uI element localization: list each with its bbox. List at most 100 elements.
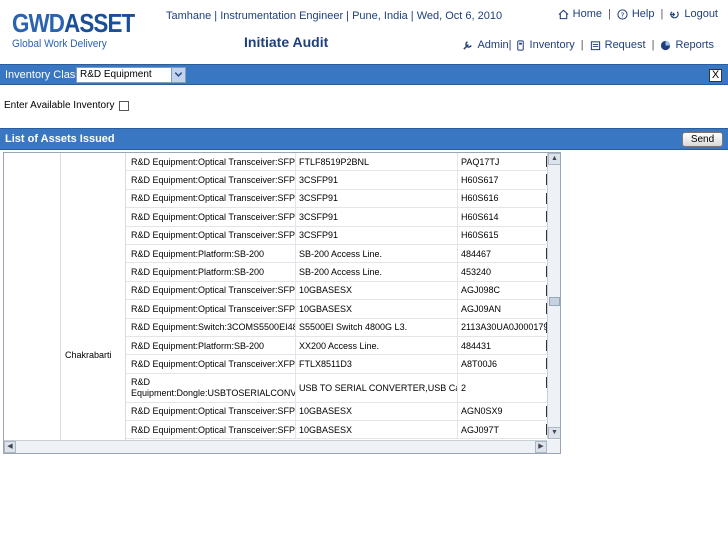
serial-cell: 484467 — [461, 248, 492, 259]
home-icon — [558, 9, 569, 19]
serial-cell: H60S617 — [461, 175, 499, 186]
scroll-left-button[interactable]: ◀ — [4, 441, 16, 453]
table-row[interactable]: R&D Equipment:Optical Transceiver:SFP+ 10… — [126, 281, 547, 301]
separator: | — [660, 8, 664, 20]
serial-cell: AGJ098C — [461, 285, 501, 296]
page-title: Initiate Audit — [244, 34, 329, 50]
model-cell: 3CSFP91 — [296, 189, 458, 208]
asset-class-cell: R&D Equipment:Optical Transceiver:SFP — [126, 189, 296, 208]
app-header: GWDASSET Global Work Delivery Tamhane | … — [0, 0, 728, 60]
model-cell: FTLX8511D3 — [296, 355, 458, 373]
logout-link[interactable]: Logout — [669, 8, 718, 20]
table-row[interactable]: R&D Equipment:Optical Transceiver:SFP FTL… — [126, 153, 547, 172]
home-link[interactable]: Home — [558, 8, 602, 20]
asset-class-cell: R&D Equipment:Optical Transceiver:SFP+ — [126, 300, 296, 318]
model-cell: 3CSFP91 — [296, 208, 458, 226]
table-row[interactable]: R&D Equipment:Dongle:USBTOSERIALCONVERTE… — [126, 373, 547, 403]
asset-class-cell: R&D Equipment:Optical Transceiver:SFP — [126, 208, 296, 226]
model-cell: 10GBASESX — [296, 300, 458, 318]
admin-icon — [463, 40, 473, 50]
asset-class-cell: R&D Equipment:Switch:3COMS5500EI4800G — [126, 318, 296, 336]
reports-icon — [661, 40, 671, 50]
model-cell: USB TO SERIAL CONVERTER,USB Cable. — [296, 373, 458, 402]
inventory-class-select[interactable]: R&D Equipment — [76, 67, 186, 83]
table-row[interactable]: R&D Equipment:Switch:3COMS5500EI4800GS55… — [126, 318, 547, 337]
scroll-right-button[interactable]: ▶ — [535, 441, 547, 453]
grid-column-person — [61, 153, 126, 441]
table-row[interactable]: R&D Equipment:Optical Transceiver:SFP 3CS… — [126, 171, 547, 190]
nav-request[interactable]: Request — [590, 39, 646, 51]
close-button[interactable]: X — [709, 69, 722, 82]
table-row[interactable]: R&D Equipment:Optical Transceiver:SFP+ 10… — [126, 300, 547, 319]
asset-class-cell: R&D Equipment:Optical Transceiver:SFP+ — [126, 281, 296, 300]
asset-class-cell: R&D Equipment:Dongle:USBTOSERIALCONVERTE… — [126, 373, 296, 402]
model-cell: 10GBASESX — [296, 402, 458, 421]
nav-inventory[interactable]: Inventory — [515, 39, 575, 51]
available-inventory-label: Enter Available Inventory — [4, 100, 115, 111]
asset-class-cell: R&D Equipment:Optical Transceiver:XFP — [126, 355, 296, 373]
available-inventory-checkbox[interactable] — [119, 100, 130, 111]
model-cell: 3CSFP91 — [296, 226, 458, 244]
serial-cell: AGJ097T — [461, 424, 500, 435]
nav-admin[interactable]: Admin| — [462, 39, 512, 51]
grid-column-blank — [4, 153, 61, 441]
serial-cell: 2 — [461, 382, 467, 393]
table-row[interactable]: R&D Equipment:Platform:SB-200 SB-200 Acce… — [126, 244, 547, 264]
table-row[interactable]: R&D Equipment:Optical Transceiver:SFP 3CS… — [126, 208, 547, 227]
assignee-name: Chakrabarti — [65, 350, 112, 360]
serial-cell: H60S614 — [461, 211, 499, 222]
logo[interactable]: GWDASSET Global Work Delivery — [12, 10, 154, 50]
separator: | — [608, 8, 611, 20]
asset-class-cell: R&D Equipment:Optical Transceiver:SFP — [126, 153, 296, 171]
table-row[interactable]: R&D Equipment:Platform:SB-200 XX200 Acces… — [126, 336, 547, 356]
assets-grid: Chakrabarti R&D Equipment:Optical Transc… — [3, 152, 561, 454]
asset-class-cell: R&D Equipment:Platform:SB-200 — [126, 336, 296, 355]
chevron-down-icon — [171, 68, 185, 82]
asset-class-cell: R&D Equipment:Optical Transceiver:SFP — [126, 171, 296, 189]
asset-class-cell: R&D Equipment:Optical Transceiver:SFP+ — [126, 402, 296, 421]
table-row[interactable]: R&D Equipment:Optical Transceiver:SFP 3CS… — [126, 226, 547, 245]
table-row[interactable]: R&D Equipment:Optical Transceiver:SFP 3CS… — [126, 189, 547, 209]
vertical-scrollbar[interactable]: ▲ ▼ — [547, 153, 560, 439]
scroll-up-button[interactable]: ▲ — [548, 153, 560, 165]
logout-icon — [670, 10, 680, 18]
serial-cell: 2113A30UA0J000179 — [461, 322, 546, 333]
table-row[interactable]: R&D Equipment:Optical Transceiver:SFP+ 10… — [126, 421, 547, 440]
serial-cell: 484431 — [461, 340, 492, 351]
serial-cell: 453240 — [461, 267, 492, 278]
table-row[interactable]: R&D Equipment:Optical Transceiver:SFP+ 10… — [126, 402, 547, 422]
send-button[interactable]: Send — [682, 132, 723, 147]
table-row[interactable]: R&D Equipment:Optical Transceiver:XFP FTL… — [126, 355, 547, 374]
serial-cell: H60S615 — [461, 230, 499, 241]
asset-class-cell: R&D Equipment:Platform:SB-200 — [126, 263, 296, 281]
model-cell: FTLF8519P2BNL — [296, 153, 458, 171]
inventory-class-label: Inventory Class — [5, 69, 81, 81]
scroll-thumb[interactable] — [549, 297, 560, 306]
asset-class-cell: R&D Equipment:Optical Transceiver:SFP — [126, 226, 296, 244]
model-cell: 10GBASESX — [296, 281, 458, 300]
model-cell: S5500EI Switch 4800G L3. — [296, 318, 458, 336]
serial-cell: H60S616 — [461, 193, 499, 204]
help-icon: ? — [617, 8, 628, 20]
horizontal-scrollbar[interactable]: ◀ ▶ — [4, 440, 547, 453]
scroll-down-button[interactable]: ▼ — [548, 427, 560, 439]
asset-class-cell: R&D Equipment:Optical Transceiver:SFP+ — [126, 421, 296, 439]
nav-reports[interactable]: Reports — [660, 39, 714, 51]
serial-cell: A8T00J6 — [461, 358, 498, 369]
user-info: Tamhane | Instrumentation Engineer | Pun… — [166, 10, 503, 22]
help-link[interactable]: ? Help — [617, 8, 654, 20]
svg-text:?: ? — [620, 10, 624, 19]
model-cell: SB-200 Access Line. — [296, 263, 458, 281]
request-icon — [590, 40, 600, 50]
model-cell: 3CSFP91 — [296, 171, 458, 189]
serial-cell: AGN0SX9 — [461, 406, 503, 417]
grid-rows: R&D Equipment:Optical Transceiver:SFP FTL… — [126, 153, 547, 440]
model-cell: 10GBASESX — [296, 421, 458, 439]
scrollbar-corner — [547, 440, 560, 453]
table-row[interactable]: R&D Equipment:Platform:SB-200 SB-200 Acce… — [126, 263, 547, 282]
assets-issued-label: List of Assets Issued — [5, 133, 115, 145]
separator: | — [651, 39, 655, 51]
model-cell: XX200 Access Line. — [296, 336, 458, 355]
main-nav: Admin| Inventory | Request | Reports — [462, 39, 714, 51]
logo-tagline: Global Work Delivery — [12, 38, 107, 50]
